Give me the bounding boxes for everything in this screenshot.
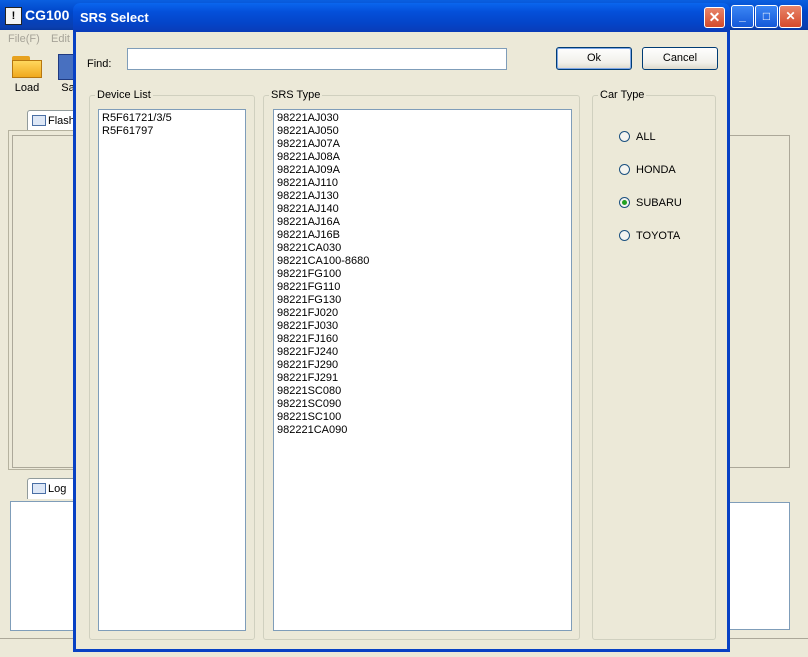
app-icon: !	[5, 7, 22, 25]
srs-type-item[interactable]: 98221CA030	[277, 242, 568, 255]
device-list-box[interactable]: R5F61721/3/5 R5F61797	[98, 109, 246, 631]
srs-type-item[interactable]: 98221FG100	[277, 268, 568, 281]
background-right-panel	[728, 135, 790, 468]
srs-type-item[interactable]: 98221AJ030	[277, 112, 568, 125]
background-title: CG100 I	[25, 7, 78, 23]
radio-button[interactable]	[619, 197, 630, 208]
background-right-log-panel	[728, 502, 790, 630]
envelope-icon	[32, 115, 46, 126]
log-panel	[10, 501, 76, 631]
srs-type-item[interactable]: 98221AJ08A	[277, 151, 568, 164]
srs-select-dialog: SRS Select ✕ Find: Ok Cancel Device List…	[73, 3, 730, 652]
car-type-label: Car Type	[598, 89, 647, 101]
load-label: Load	[14, 82, 40, 94]
srs-type-item[interactable]: 98221SC100	[277, 411, 568, 424]
srs-type-item[interactable]: 98221SC090	[277, 398, 568, 411]
srs-type-item[interactable]: 982221CA090	[277, 424, 568, 437]
find-label: Find:	[87, 58, 112, 70]
srs-type-item[interactable]: 98221FJ020	[277, 307, 568, 320]
dialog-close-icon[interactable]: ✕	[704, 7, 725, 28]
find-input[interactable]	[127, 48, 507, 70]
tab-log-label: Log	[48, 483, 67, 495]
srs-type-item[interactable]: 98221AJ16B	[277, 229, 568, 242]
srs-type-item[interactable]: 98221FJ030	[277, 320, 568, 333]
device-list-group: Device List R5F61721/3/5 R5F61797	[89, 89, 255, 640]
dialog-titlebar[interactable]: SRS Select ✕	[73, 3, 730, 32]
radio-label: HONDA	[636, 164, 676, 176]
srs-type-item[interactable]: 98221FG130	[277, 294, 568, 307]
srs-type-item[interactable]: 98221AJ110	[277, 177, 568, 190]
cancel-button[interactable]: Cancel	[642, 47, 718, 70]
dialog-body: Find: Ok Cancel Device List R5F61721/3/5…	[76, 32, 727, 649]
srs-type-item[interactable]: 98221FJ290	[277, 359, 568, 372]
radio-button[interactable]	[619, 164, 630, 175]
minimize-icon[interactable]: _	[731, 5, 754, 28]
srs-type-item[interactable]: 98221AJ050	[277, 125, 568, 138]
srs-type-item[interactable]: 98221AJ09A	[277, 164, 568, 177]
ok-button[interactable]: Ok	[556, 47, 632, 70]
device-list-item[interactable]: R5F61721/3/5	[102, 112, 242, 125]
radio-label: TOYOTA	[636, 230, 681, 242]
srs-type-item[interactable]: 98221AJ16A	[277, 216, 568, 229]
radio-label: ALL	[636, 131, 656, 143]
srs-type-label: SRS Type	[269, 89, 323, 101]
srs-type-item[interactable]: 98221AJ07A	[277, 138, 568, 151]
load-button[interactable]: Load	[10, 54, 44, 94]
srs-type-item[interactable]: 98221FJ160	[277, 333, 568, 346]
car-type-group: Car Type ALL HONDA SUBARU TOYOTA	[592, 89, 716, 640]
close-icon[interactable]: ✕	[779, 5, 802, 28]
srs-type-list-box[interactable]: 98221AJ030 98221AJ050 98221AJ07A 98221AJ08A…	[273, 109, 572, 631]
tab-flash-label: Flash	[48, 115, 75, 127]
radio-button[interactable]	[619, 230, 630, 241]
device-list-label: Device List	[95, 89, 153, 101]
srs-type-item[interactable]: 98221AJ140	[277, 203, 568, 216]
srs-type-item[interactable]: 98221FJ291	[277, 372, 568, 385]
srs-type-item[interactable]: 98221FG110	[277, 281, 568, 294]
maximize-icon[interactable]: □	[755, 5, 778, 28]
srs-type-item[interactable]: 98221FJ240	[277, 346, 568, 359]
srs-type-item[interactable]: 98221AJ130	[277, 190, 568, 203]
log-icon	[32, 483, 46, 494]
menu-edit[interactable]: Edit	[51, 33, 70, 45]
dialog-title: SRS Select	[80, 10, 149, 25]
srs-type-item[interactable]: 98221SC080	[277, 385, 568, 398]
radio-button[interactable]	[619, 131, 630, 142]
menu-file[interactable]: File(F)	[8, 33, 40, 45]
flash-panel-inner	[12, 135, 74, 468]
srs-type-item[interactable]: 98221CA100-8680	[277, 255, 568, 268]
folder-icon	[12, 54, 42, 78]
device-list-item[interactable]: R5F61797	[102, 125, 242, 138]
srs-type-group: SRS Type 98221AJ030 98221AJ050 98221AJ07A 9…	[263, 89, 580, 640]
radio-label: SUBARU	[636, 197, 682, 209]
